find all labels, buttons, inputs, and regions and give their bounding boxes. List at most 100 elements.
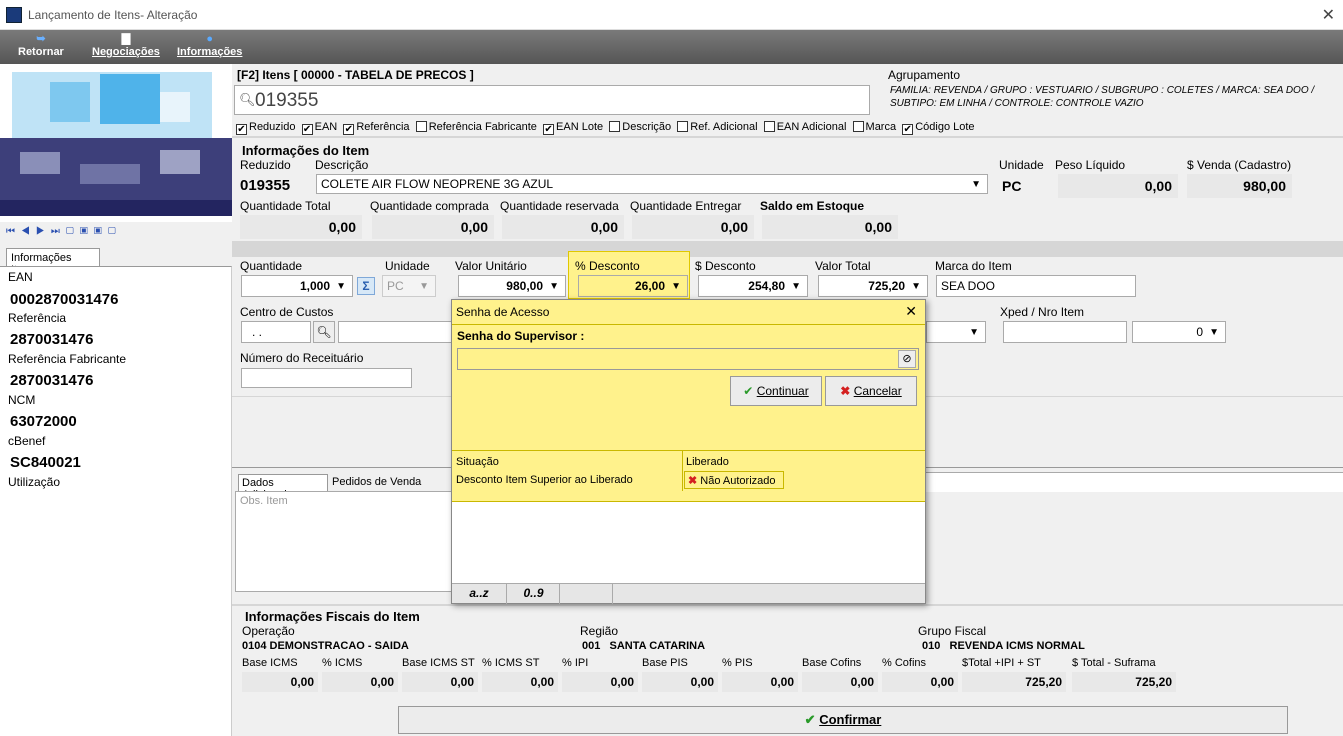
total-suframa-value: 725,20 — [1072, 672, 1176, 692]
col-liberado: Liberado — [686, 456, 729, 468]
check-ref-adicional[interactable]: Ref. Adicional — [677, 121, 758, 133]
check-reduzido[interactable]: ✔ Reduzido — [236, 121, 295, 135]
qt-entregar-value: 0,00 — [632, 215, 754, 239]
check-ean-lote[interactable]: ✔ EAN Lote — [543, 121, 603, 135]
grupo-value: 010 REVENDA ICMS NORMAL — [922, 640, 1085, 652]
marca-input[interactable]: SEA DOO — [936, 275, 1136, 297]
x-icon: ✖ — [688, 475, 698, 487]
centro-input[interactable]: . . — [241, 321, 311, 343]
nro-item-input[interactable]: 0 ▼ — [1132, 321, 1226, 343]
chevron-down-icon: ▼ — [971, 179, 981, 190]
total-ipi-st-label: $Total +IPI + ST — [962, 657, 1041, 669]
qt-reservada-value: 0,00 — [502, 215, 624, 239]
venda-label: $ Venda (Cadastro) — [1187, 158, 1292, 172]
quantidade-input[interactable]: 1,000 ▼ — [241, 275, 353, 297]
peso-value: 0,00 — [1058, 174, 1178, 198]
valor-total-input[interactable]: 725,20 ▼ — [818, 275, 928, 297]
agrupamento-line1: FAMILIA: REVENDA / GRUPO : VESTUARIO / S… — [890, 85, 1315, 96]
check-codigo-lote[interactable]: ✔ Código Lote — [902, 121, 975, 135]
centro-desc-input[interactable] — [338, 321, 452, 343]
fiscal-section-title: Informações Fiscais do Item — [245, 609, 420, 624]
obs-item-box[interactable]: Obs. Item — [235, 491, 465, 592]
valor-unit-input[interactable]: 980,00 ▼ — [458, 275, 566, 297]
tab-pedidos-venda[interactable]: Pedidos de Venda — [332, 476, 421, 488]
unidade-select[interactable]: PC ▼ — [382, 275, 436, 297]
check-referencia-fabricante[interactable]: Referência Fabricante — [415, 121, 537, 133]
check-ean-adicional[interactable]: EAN Adicional — [763, 121, 846, 133]
item-section-title: Informações do Item — [242, 143, 370, 158]
descricao-select[interactable]: COLETE AIR FLOW NEOPRENE 3G AZUL ▼ — [316, 174, 988, 194]
tab-informacoes-item[interactable]: Informações Item — [6, 248, 100, 276]
search-icon[interactable]: 🔍︎ — [313, 321, 335, 343]
centro-label: Centro de Custos — [240, 305, 334, 319]
x-icon: ✖ — [840, 384, 851, 398]
left-info-panel: EAN 0002870031476 Referência 2870031476 … — [0, 266, 232, 736]
sum-icon[interactable]: Σ — [357, 277, 375, 295]
venda-value: 980,00 — [1187, 174, 1292, 198]
peso-label: Peso Líquido — [1055, 158, 1126, 172]
regiao-value: 001 SANTA CATARINA — [582, 640, 706, 652]
quantidade-value: 1,000 — [299, 279, 330, 293]
agrupamento-text: FAMILIA: REVENDA / GRUPO : VESTUARIO / S… — [890, 84, 1330, 110]
agrupamento-label: Agrupamento — [888, 68, 961, 82]
utilizacao-label: Utilização — [8, 475, 61, 489]
senha-label: Senha do Supervisor : — [457, 329, 585, 343]
cancelar-button[interactable]: ✖ Cancelar — [825, 376, 917, 406]
total-suframa-label: $ Total - Suframa — [1072, 657, 1156, 669]
marca-value: SEA DOO — [941, 279, 996, 293]
xped-input[interactable] — [1003, 321, 1127, 343]
informacoes-button[interactable]: ● Informações — [177, 32, 242, 58]
search-input[interactable]: 🔍︎ 019355 — [234, 85, 870, 115]
receituario-input[interactable] — [241, 368, 412, 388]
chevron-down-icon: ▼ — [419, 281, 429, 292]
qt-reservada-label: Quantidade reservada — [500, 199, 619, 213]
receituario-label: Número do Receituário — [240, 351, 364, 365]
marca-label: Marca do Item — [935, 259, 1012, 273]
filter-az-button[interactable]: a..z — [452, 584, 507, 604]
qt-entregar-label: Quantidade Entregar — [630, 199, 742, 213]
unidade-line-label: Unidade — [385, 259, 430, 273]
base-icms-label: Base ICMS — [242, 657, 298, 669]
base-icms-value: 0,00 — [242, 672, 318, 692]
dialog-title: Senha de Acesso — [456, 305, 550, 319]
negociacoes-button[interactable]: ▇ Negociações — [92, 32, 160, 58]
back-arrow-icon: ➥ — [36, 33, 46, 45]
pct-cofins-label: % Cofins — [882, 657, 927, 669]
check-descricao[interactable]: Descrição — [609, 121, 671, 133]
check-icon: ✔ — [804, 712, 816, 727]
centro-select[interactable]: ▼ — [926, 321, 986, 343]
qt-comprada-label: Quantidade comprada — [370, 199, 489, 213]
valor-unit-label: Valor Unitário — [455, 259, 527, 273]
check-icon: ✔ — [743, 384, 754, 398]
desconto-val-label: $ Desconto — [695, 259, 756, 273]
senha-input[interactable]: ⊘ — [457, 348, 919, 370]
check-marca[interactable]: Marca — [852, 121, 896, 133]
close-icon[interactable]: ✕ — [1322, 5, 1335, 25]
base-cofins-value: 0,00 — [802, 672, 878, 692]
ncm-value: 63072000 — [10, 413, 77, 430]
referencia-value: 2870031476 — [10, 331, 94, 348]
valor-unit-value: 980,00 — [506, 279, 543, 293]
total-ipi-st-value: 725,20 — [962, 672, 1066, 692]
photo-navigation[interactable]: ⏮◀▶⏭▢▣▣▢ — [0, 226, 232, 244]
tab-dados-adicionais[interactable]: Dados Adicionais — [238, 474, 328, 501]
continuar-button[interactable]: ✔ Continuar — [730, 376, 822, 406]
pct-cofins-value: 0,00 — [882, 672, 958, 692]
cbenef-value: SC840021 — [10, 454, 81, 471]
close-icon[interactable]: ✕ — [905, 303, 917, 320]
confirmar-button[interactable]: ✔ Confirmar — [398, 706, 1288, 734]
filter-09-button[interactable]: 0..9 — [508, 584, 560, 604]
base-cofins-label: Base Cofins — [802, 657, 862, 669]
retornar-label: Retornar — [18, 46, 64, 58]
check-ean[interactable]: ✔ EAN — [301, 121, 337, 135]
desconto-val-input[interactable]: 254,80 ▼ — [698, 275, 808, 297]
desconto-pct-input[interactable]: 26,00 ▼ — [578, 275, 688, 297]
pct-pis-label: % PIS — [722, 657, 753, 669]
pct-pis-value: 0,00 — [722, 672, 798, 692]
grupo-label: Grupo Fiscal — [918, 624, 987, 638]
check-referencia[interactable]: ✔ Referência — [343, 121, 410, 135]
valor-total-label: Valor Total — [815, 259, 871, 273]
eye-slash-icon[interactable]: ⊘ — [898, 350, 916, 368]
dialog-top-highlight — [452, 300, 925, 450]
retornar-button[interactable]: ➥ Retornar — [18, 32, 64, 58]
